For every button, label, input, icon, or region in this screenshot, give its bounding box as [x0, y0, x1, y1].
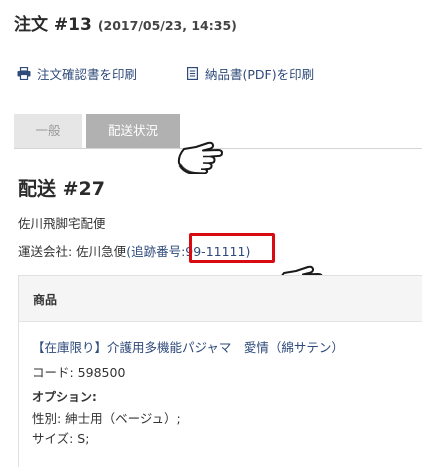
- products-header-label: 商品: [33, 293, 58, 307]
- print-confirmation-label: 注文確認書を印刷: [37, 67, 138, 82]
- order-datetime: (2017/05/23, 14:35): [97, 18, 237, 33]
- print-confirmation-link[interactable]: 注文確認書を印刷: [16, 64, 137, 83]
- option-size: サイズ: S;: [32, 431, 90, 446]
- print-invoice-link[interactable]: 納品書(PDF)を印刷: [184, 64, 314, 83]
- pointing-hand-icon: [177, 141, 223, 174]
- printer-icon: [16, 67, 32, 81]
- products-header: 商品: [19, 276, 422, 322]
- product-code: コード: 598500: [32, 365, 126, 380]
- print-invoice-label: 納品書(PDF)を印刷: [205, 67, 315, 82]
- shipment-title: 配送 #27: [18, 178, 105, 200]
- shipping-company: 運送会社: 佐川急便: [18, 244, 127, 259]
- options-label: オプション:: [32, 390, 97, 404]
- order-number: 注文 #13: [14, 15, 92, 35]
- order-title: 注文 #13 (2017/05/23, 14:35): [14, 10, 237, 36]
- product-name-link[interactable]: 【在庫限り】介護用多機能パジャマ 愛情（綿サテン）: [32, 337, 344, 356]
- document-icon: [184, 67, 200, 81]
- products-panel: 商品 【在庫限り】介護用多機能パジャマ 愛情（綿サテン） コード: 598500…: [18, 275, 422, 467]
- tab-shipping-status[interactable]: 配送状況: [86, 114, 180, 148]
- shipping-method: 佐川飛脚宅配便: [18, 216, 106, 231]
- tab-bar: 一般 配送状況: [14, 114, 180, 148]
- tracking-number-link[interactable]: (追跡番号:99-11111): [126, 241, 250, 260]
- option-gender: 性別: 紳士用（ベージュ）;: [32, 411, 181, 426]
- tab-general[interactable]: 一般: [14, 114, 82, 148]
- shipping-company-line: 運送会社: 佐川急便 (追跡番号:99-11111): [18, 241, 250, 260]
